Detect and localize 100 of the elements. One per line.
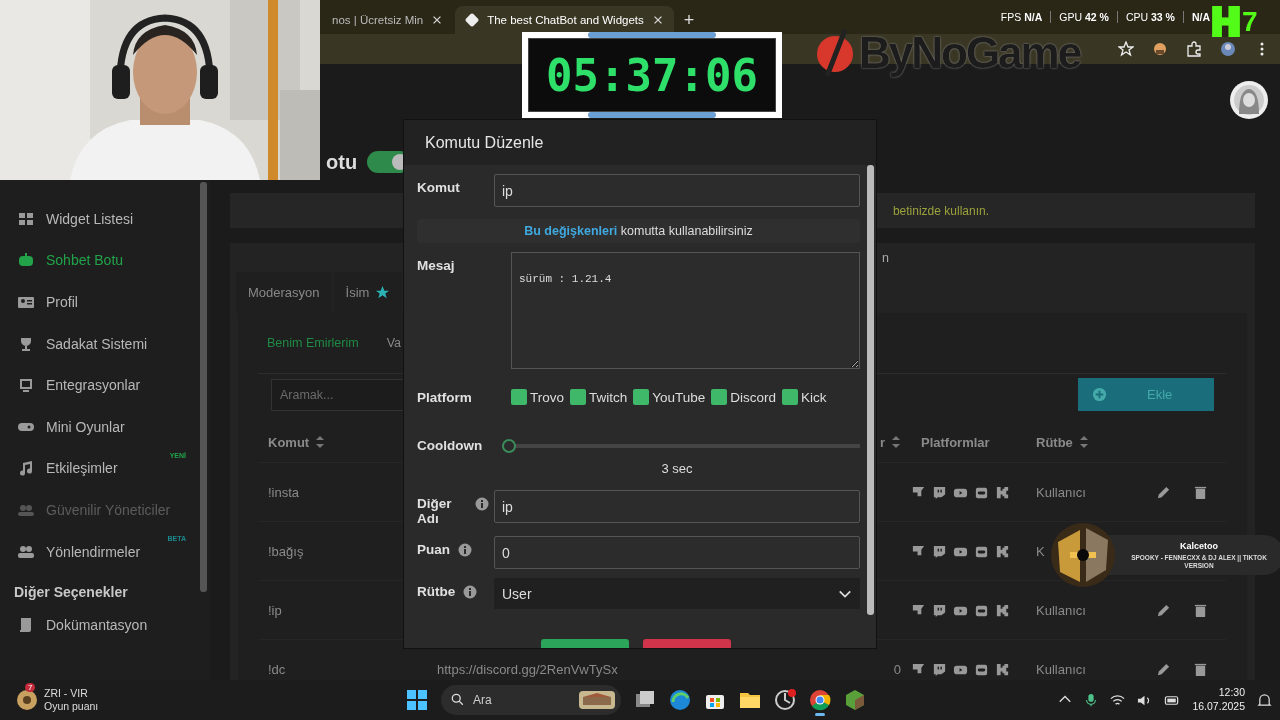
- platform-icon: [932, 484, 947, 500]
- platform-icon: [995, 484, 1010, 500]
- sort-icon: [891, 435, 901, 449]
- music-note-icon: [18, 460, 34, 477]
- sidebar-item[interactable]: Sohbet Botu: [0, 239, 196, 282]
- sidebar-item[interactable]: Sadakat Sistemi: [0, 322, 196, 365]
- extension-icon[interactable]: [1152, 41, 1168, 57]
- page-title: otu: [326, 150, 358, 174]
- field-label: Komut: [417, 180, 461, 195]
- platform-option[interactable]: Trovo: [511, 389, 564, 405]
- bell-icon[interactable]: [1257, 692, 1272, 708]
- scrollbar[interactable]: [867, 165, 874, 615]
- pencil-icon[interactable]: [1156, 484, 1171, 500]
- search-icon: [451, 693, 465, 707]
- performance-stat: FPS N/A: [999, 11, 1043, 23]
- platform-icon: [995, 661, 1010, 677]
- users-icon: [18, 543, 34, 560]
- scroll-icon: [18, 617, 34, 634]
- trash-icon[interactable]: [1193, 484, 1208, 500]
- input-field[interactable]: 0: [494, 536, 860, 569]
- browser-tab[interactable]: nos | Ücretsiz Min: [322, 6, 454, 34]
- pencil-icon[interactable]: [1156, 661, 1171, 677]
- widget-title: ZRI - VIR: [44, 686, 89, 700]
- puzzle-icon[interactable]: [1186, 41, 1202, 57]
- platform-icon: [932, 661, 947, 677]
- start-icon[interactable]: [406, 689, 428, 711]
- info-icon: [463, 585, 478, 599]
- game-widget-icon[interactable]: [16, 689, 38, 711]
- checkbox[interactable]: [711, 389, 728, 405]
- input-field[interactable]: ip: [494, 490, 860, 523]
- info-icon: [475, 497, 489, 511]
- checkbox[interactable]: [782, 389, 799, 405]
- performance-stat: GPU 42 %: [1050, 11, 1109, 23]
- star-icon: [375, 285, 391, 300]
- sort-icon: [1078, 435, 1089, 449]
- sidebar-item[interactable]: Mini Oyunlar: [0, 405, 196, 448]
- sub-tab[interactable]: Va: [386, 336, 402, 350]
- platform-option[interactable]: Twitch: [570, 389, 628, 405]
- section-heading: Diğer Seçenekler: [13, 583, 129, 603]
- table-cell: Kullanıcı: [1026, 463, 1146, 522]
- dialog-title: Komutu Düzenle: [425, 133, 544, 152]
- checkbox[interactable]: [570, 389, 586, 405]
- browser-icon[interactable]: [669, 689, 691, 711]
- platform-option[interactable]: Kick: [782, 389, 827, 405]
- taskbar-search[interactable]: Ara: [441, 685, 621, 715]
- platform-option[interactable]: YouTube: [633, 389, 706, 405]
- rank-dropdown[interactable]: User: [494, 578, 860, 609]
- search-highlight-icon: [579, 691, 615, 709]
- banner-text: betinizde kullanın.: [892, 203, 989, 218]
- tab[interactable]: Moderasyon: [236, 272, 332, 313]
- platform-icon: [932, 543, 947, 559]
- message-field[interactable]: sürüm : 1.21.4: [511, 252, 860, 369]
- trash-icon[interactable]: [1193, 602, 1208, 618]
- performance-stat: CPU 33 %: [1116, 11, 1175, 23]
- checkbox[interactable]: [511, 389, 527, 405]
- performance-stat: N/A: [1182, 11, 1210, 23]
- id-card-icon: [18, 294, 34, 310]
- sidebar-item[interactable]: Widget Listesi: [0, 198, 196, 240]
- timer-text: 05:37:06: [546, 49, 758, 101]
- input-field[interactable]: ip: [494, 174, 860, 207]
- grid-icon: [18, 210, 34, 227]
- variables-link[interactable]: Bu değişkenleri: [524, 224, 618, 238]
- browser-tab[interactable]: The best ChatBot and Widgets: [455, 6, 674, 34]
- info-icon: [458, 543, 472, 557]
- hint-text: Bu değişkenleri komutta kullanabilirsiniz: [524, 224, 753, 238]
- monitor-icon: [18, 377, 34, 394]
- star-icon[interactable]: [1118, 41, 1134, 57]
- artist-name: Kalcetoo: [1180, 541, 1218, 552]
- notification-badge: 7: [25, 683, 36, 692]
- platform-option[interactable]: Discord: [711, 389, 777, 405]
- sort-icon: [315, 435, 326, 449]
- chrome-icon[interactable]: [809, 689, 831, 711]
- microphone-icon[interactable]: [1084, 692, 1099, 708]
- clock[interactable]: 12:30 16.07.2025: [1192, 686, 1245, 714]
- pencil-icon[interactable]: [1156, 602, 1171, 618]
- slider-thumb[interactable]: [502, 438, 516, 453]
- profile-icon[interactable]: [1220, 41, 1236, 57]
- tab-favicon-icon: [465, 13, 480, 27]
- platform-icon: [995, 602, 1010, 618]
- widget-subtitle: Oyun puanı: [44, 700, 99, 714]
- checkbox[interactable]: [633, 389, 650, 405]
- trophy-icon: [18, 335, 34, 352]
- platform-icon: [932, 602, 947, 618]
- sidebar-item[interactable]: Profil: [0, 281, 196, 323]
- tab[interactable]: İsim: [333, 272, 403, 313]
- scrollbar[interactable]: [200, 182, 207, 592]
- sub-tab[interactable]: Benim Emirlerim: [267, 336, 359, 350]
- cube-icon[interactable]: [844, 689, 866, 711]
- count-text: 7: [1242, 6, 1258, 38]
- platform-icon: [995, 543, 1010, 559]
- field-label: Mesaj: [417, 258, 456, 273]
- slider-value: 3 sec: [660, 461, 694, 476]
- trash-icon[interactable]: [1193, 661, 1208, 677]
- app-icon[interactable]: [774, 689, 796, 711]
- robot-icon: [18, 252, 34, 269]
- column-header[interactable]: Rütbe: [1026, 422, 1146, 463]
- new-tab-button[interactable]: +: [675, 6, 703, 34]
- sidebar-item[interactable]: Dokümantasyon: [0, 604, 196, 646]
- sidebar-item[interactable]: Entegrasyonlar: [0, 364, 196, 406]
- panel-text: n: [882, 250, 889, 265]
